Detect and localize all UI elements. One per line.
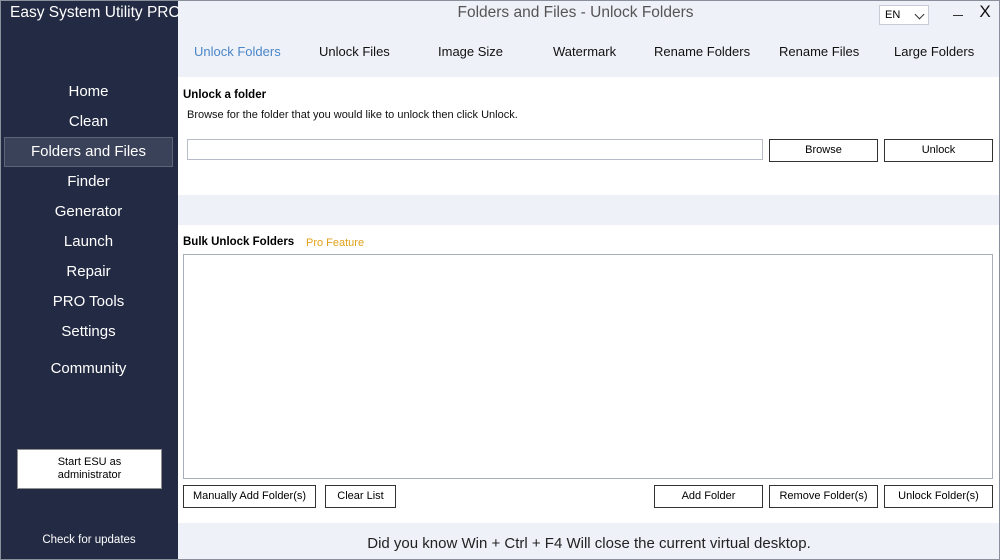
tab-watermark[interactable]: Watermark — [553, 36, 616, 68]
check-updates-link[interactable]: Check for updates — [0, 534, 178, 546]
bulk-unlock-panel: Bulk Unlock Folders Pro Feature Manually… — [178, 225, 1000, 523]
tab-bar: Unlock Folders Unlock Files Image Size W… — [178, 36, 1000, 76]
sidebar-item-generator[interactable]: Generator — [4, 197, 173, 227]
sidebar-item-launch[interactable]: Launch — [4, 227, 173, 257]
bulk-folder-list[interactable] — [183, 254, 993, 479]
close-icon[interactable]: X — [974, 0, 996, 24]
unlock-folder-description: Browse for the folder that you would lik… — [187, 109, 518, 121]
bulk-unlock-heading: Bulk Unlock Folders — [183, 236, 295, 248]
sidebar-item-settings[interactable]: Settings — [4, 317, 173, 347]
sidebar-item-finder[interactable]: Finder — [4, 167, 173, 197]
unlock-folder-panel: Unlock a folder Browse for the folder th… — [178, 77, 1000, 195]
unlock-button[interactable]: Unlock — [884, 139, 993, 162]
start-as-admin-button[interactable]: Start ESU as administrator — [17, 449, 162, 489]
app-title: Easy System Utility PRO — [10, 4, 181, 21]
pro-feature-badge: Pro Feature — [306, 237, 365, 249]
main-area: Folders and Files - Unlock Folders EN X … — [178, 0, 1000, 560]
manually-add-folders-button[interactable]: Manually Add Folder(s) — [183, 485, 316, 508]
tab-image-size[interactable]: Image Size — [438, 36, 503, 68]
tip-text: Did you know Win + Ctrl + F4 Will close … — [367, 535, 811, 552]
tab-rename-files[interactable]: Rename Files — [779, 36, 859, 68]
tab-unlock-folders[interactable]: Unlock Folders — [194, 36, 281, 68]
sidebar: Easy System Utility PRO Home Clean Folde… — [0, 0, 181, 560]
language-select[interactable]: EN — [879, 5, 929, 25]
clear-list-button[interactable]: Clear List — [325, 485, 396, 508]
sidebar-item-folders-and-files[interactable]: Folders and Files — [4, 137, 173, 167]
tab-unlock-files[interactable]: Unlock Files — [319, 36, 390, 68]
sidebar-item-community[interactable]: Community — [4, 354, 173, 384]
window-title: Folders and Files - Unlock Folders — [457, 4, 694, 21]
sidebar-item-home[interactable]: Home — [4, 77, 173, 107]
browse-button[interactable]: Browse — [769, 139, 878, 162]
unlock-folders-button[interactable]: Unlock Folder(s) — [884, 485, 993, 508]
sidebar-item-repair[interactable]: Repair — [4, 257, 173, 287]
add-folder-button[interactable]: Add Folder — [654, 485, 763, 508]
folder-path-input[interactable] — [187, 139, 763, 160]
remove-folders-button[interactable]: Remove Folder(s) — [769, 485, 878, 508]
sidebar-item-pro-tools[interactable]: PRO Tools — [4, 287, 173, 317]
tab-rename-folders[interactable]: Rename Folders — [654, 36, 750, 68]
tab-large-folders[interactable]: Large Folders — [894, 36, 974, 68]
sidebar-item-clean[interactable]: Clean — [4, 107, 173, 137]
minimize-icon[interactable] — [948, 3, 968, 23]
language-value: EN — [885, 9, 901, 21]
chevron-down-icon — [914, 9, 925, 20]
unlock-folder-heading: Unlock a folder — [183, 89, 267, 101]
